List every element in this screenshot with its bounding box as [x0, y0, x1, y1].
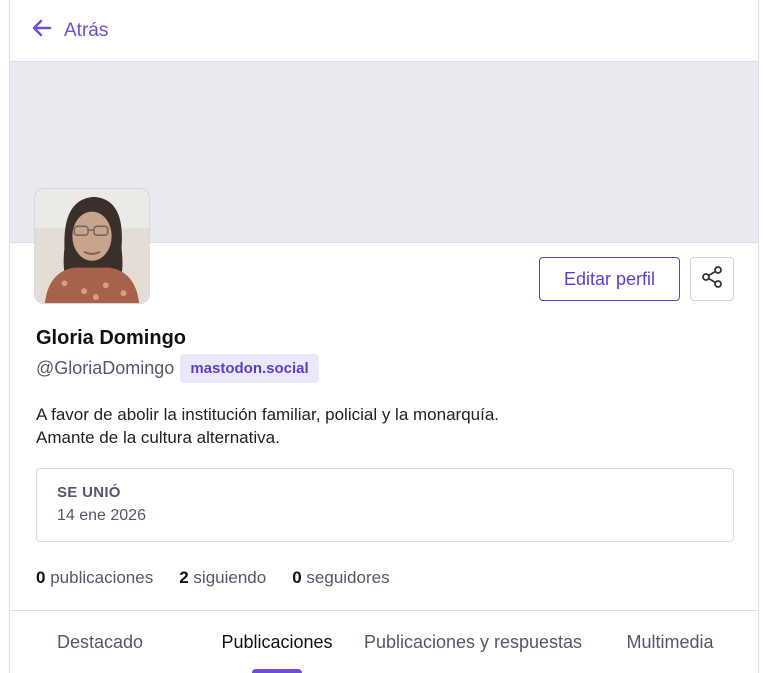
avatar[interactable]	[34, 188, 150, 304]
tab-posts-and-replies[interactable]: Publicaciones y respuestas	[362, 611, 584, 673]
tab-posts[interactable]: Publicaciones	[208, 611, 346, 673]
profile-stats: 0 publicaciones 2 siguiendo 0 seguidores	[36, 568, 416, 588]
edit-profile-button[interactable]: Editar perfil	[539, 257, 680, 301]
bio-line: A favor de abolir la institución familia…	[36, 405, 500, 424]
stat-label: siguiendo	[193, 568, 267, 587]
back-button[interactable]: Atrás	[30, 16, 108, 45]
share-button[interactable]	[690, 257, 734, 301]
stat-label: seguidores	[306, 568, 390, 587]
active-tab-indicator	[252, 669, 302, 673]
joined-label: SE UNIÓ	[57, 484, 121, 501]
stat-count: 0	[292, 568, 302, 587]
stat-following[interactable]: 2 siguiendo	[179, 568, 266, 588]
tab-media[interactable]: Multimedia	[610, 611, 730, 673]
arrow-left-icon	[30, 16, 54, 45]
server-badge[interactable]: mastodon.social	[180, 354, 319, 383]
bio-line: Amante de la cultura alternativa.	[36, 428, 280, 447]
tab-label: Publicaciones	[221, 631, 333, 652]
profile-panel: Atrás Editar perfil Gloria Domingo @Glor…	[9, 0, 759, 673]
account-handle: @GloriaDomingo	[36, 358, 175, 378]
joined-field: SE UNIÓ 14 ene 2026	[36, 468, 734, 542]
back-label: Atrás	[64, 19, 109, 41]
tab-label: Multimedia	[626, 631, 714, 652]
stat-count: 0	[36, 568, 46, 587]
stat-posts[interactable]: 0 publicaciones	[36, 568, 153, 588]
handle-row: @GloriaDomingo mastodon.social	[36, 354, 319, 383]
display-name: Gloria Domingo	[36, 327, 186, 349]
top-bar: Atrás	[10, 0, 758, 62]
tab-label: Destacado	[56, 631, 144, 652]
tab-featured[interactable]: Destacado	[30, 611, 170, 673]
share-icon	[700, 265, 724, 294]
stat-count: 2	[179, 568, 189, 587]
stat-followers[interactable]: 0 seguidores	[292, 568, 389, 588]
tab-label: Publicaciones y respuestas	[363, 631, 583, 652]
profile-tabs: Destacado Publicaciones Publicaciones y …	[10, 610, 758, 673]
profile-bio: A favor de abolir la institución familia…	[36, 403, 499, 449]
stat-label: publicaciones	[50, 568, 154, 587]
joined-date: 14 ene 2026	[57, 507, 146, 524]
